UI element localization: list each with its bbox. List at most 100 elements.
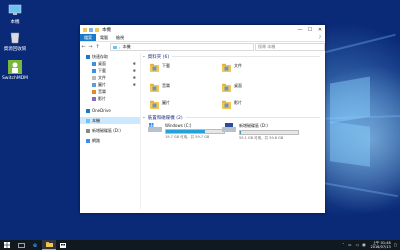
- tab-computer[interactable]: 電腦: [96, 34, 112, 41]
- help-icon[interactable]: ?: [319, 35, 321, 40]
- search-input[interactable]: 搜尋 本機: [255, 43, 325, 51]
- drive-usage-fill: [166, 130, 205, 133]
- navigation-pane: 快速存取 桌面 ✱ 下載 ✱ 文件 ✱ 圖片 ✱ 音樂 影片 OneDrive 本機 新增磁碟區 (D:)…: [80, 53, 141, 209]
- clock[interactable]: 上午 01:48 2016/07/13: [371, 241, 391, 249]
- folders-group-header[interactable]: ⌄ 資料夾 (6): [142, 53, 320, 60]
- folder-icon: [150, 100, 159, 109]
- desktop-icon-label: 本機: [10, 20, 20, 25]
- folder-icon: [222, 100, 231, 109]
- up-arrow-icon[interactable]: ↑: [94, 44, 101, 50]
- music-icon: [92, 89, 96, 94]
- volume-icon[interactable]: ◁: [355, 243, 358, 247]
- minimize-button[interactable]: —: [295, 25, 305, 34]
- drive-label: 新增磁碟區 (D:): [239, 123, 268, 128]
- nav-item[interactable]: 圖片 ✱: [80, 81, 140, 88]
- download-icon: [92, 68, 96, 73]
- properties-icon[interactable]: [89, 27, 93, 32]
- switchmdm-icon: [8, 60, 22, 74]
- folder-item[interactable]: 影片: [222, 100, 242, 109]
- nav-item[interactable]: 網路: [80, 137, 140, 144]
- windows-drive-icon: [148, 123, 162, 132]
- nav-item-label: 桌面: [98, 61, 106, 66]
- nav-item-label: 文件: [98, 75, 106, 80]
- file-explorer-window: 本機 — ☐ ✕ 檔案 電腦 檢視 ? ← → ↑ › 本機 搜尋 本機 快速存…: [80, 25, 325, 213]
- drive-label: Windows (C:): [165, 123, 192, 128]
- chevron-up-icon[interactable]: ˄: [342, 243, 344, 247]
- task-view-button[interactable]: [14, 240, 28, 250]
- tab-file[interactable]: 檔案: [80, 34, 96, 41]
- nav-item[interactable]: 新增磁碟區 (D:): [80, 127, 140, 134]
- folder-icon: [222, 83, 231, 92]
- folder-label: 圖片: [162, 100, 170, 105]
- folder-item[interactable]: 圖片: [150, 100, 170, 109]
- nav-item-label: 本機: [92, 118, 100, 123]
- back-arrow-icon[interactable]: ←: [80, 44, 87, 50]
- nav-item[interactable]: OneDrive: [80, 107, 140, 114]
- tab-view[interactable]: 檢視: [112, 34, 128, 41]
- new-folder-icon[interactable]: [95, 27, 99, 32]
- file-explorer-button[interactable]: [42, 240, 56, 250]
- store-button[interactable]: [56, 240, 70, 250]
- ribbon-tabs: 檔案 電腦 檢視 ?: [80, 34, 325, 42]
- desktop-icon-switchmdm[interactable]: SwitchMDM: [0, 60, 30, 81]
- windows-logo-pane: [330, 76, 370, 124]
- start-button[interactable]: [0, 240, 14, 250]
- notification-icon[interactable]: ▢: [394, 243, 397, 247]
- windows-icon: [4, 242, 10, 248]
- drives-group-header[interactable]: ⌄ 裝置和磁碟機 (2): [142, 114, 320, 121]
- nav-item-label: 音樂: [98, 89, 106, 94]
- nav-item[interactable]: 快速存取: [80, 53, 140, 60]
- folder-item[interactable]: 音樂: [150, 83, 170, 92]
- drive-icon: [86, 128, 90, 133]
- folder-icon: [83, 27, 87, 32]
- desktop-icon-recycle-bin[interactable]: 資源回收筒: [0, 30, 30, 52]
- nav-item-label: OneDrive: [92, 108, 111, 113]
- nav-item-label: 圖片: [98, 82, 106, 87]
- chevron-right-icon: ›: [119, 44, 121, 50]
- clock-date: 2016/07/13: [370, 245, 391, 249]
- nav-item[interactable]: 音樂: [80, 88, 140, 95]
- drive-usage-bar: [165, 129, 225, 134]
- video-icon: [92, 96, 96, 101]
- folder-item[interactable]: 文件: [222, 63, 242, 72]
- nav-item[interactable]: 本機: [80, 117, 140, 124]
- nav-item-label: 網路: [92, 138, 100, 143]
- folder-label: 下載: [162, 63, 170, 68]
- desktop-icon-label: SwitchMDM: [1, 76, 29, 81]
- maximize-button[interactable]: ☐: [305, 25, 315, 34]
- title-bar[interactable]: 本機 — ☐ ✕: [80, 25, 325, 34]
- folder-icon: [222, 63, 231, 72]
- nav-item[interactable]: 下載 ✱: [80, 67, 140, 74]
- nav-item-label: 新增磁碟區 (D:): [92, 128, 121, 133]
- window-title: 本機: [102, 27, 111, 33]
- folder-icon: [150, 83, 159, 92]
- nav-item[interactable]: 文件 ✱: [80, 74, 140, 81]
- group-label: 裝置和磁碟機 (2): [147, 115, 183, 121]
- nav-item[interactable]: 桌面 ✱: [80, 60, 140, 67]
- edge-button[interactable]: e: [28, 240, 42, 250]
- chevron-down-icon: ⌄: [142, 54, 146, 59]
- nav-item[interactable]: 影片: [80, 95, 140, 102]
- folder-item[interactable]: 下載: [150, 63, 170, 72]
- forward-arrow-icon[interactable]: →: [87, 44, 94, 50]
- desktop-icon-this-pc[interactable]: 本機: [0, 3, 30, 25]
- network-icon: [86, 138, 90, 143]
- folder-item[interactable]: 桌面: [222, 83, 242, 92]
- drive-usage-fill: [240, 131, 241, 134]
- address-text: 本機: [122, 44, 131, 49]
- folder-icon: [150, 63, 159, 72]
- edge-icon: e: [32, 241, 38, 249]
- address-field[interactable]: › 本機: [110, 43, 254, 51]
- drive-space-info: 19.7 GB 可用，共 59.7 GB: [165, 135, 210, 139]
- pin-icon: ✱: [132, 68, 136, 73]
- close-button[interactable]: ✕: [315, 25, 325, 34]
- drive-item[interactable]: Windows (C:) 19.7 GB 可用，共 59.7 GB: [148, 123, 225, 140]
- document-icon: [92, 75, 96, 80]
- keyboard-icon[interactable]: ▦: [362, 243, 365, 247]
- drive-item[interactable]: 新增磁碟區 (D:) 59.1 GB 可用，共 59.8 GB: [222, 123, 299, 141]
- nav-item-label: 影片: [98, 96, 106, 101]
- pin-icon: ✱: [132, 75, 136, 80]
- star-icon: [86, 54, 90, 59]
- network-icon[interactable]: ▭: [348, 243, 351, 247]
- chevron-down-icon: ⌄: [142, 115, 146, 120]
